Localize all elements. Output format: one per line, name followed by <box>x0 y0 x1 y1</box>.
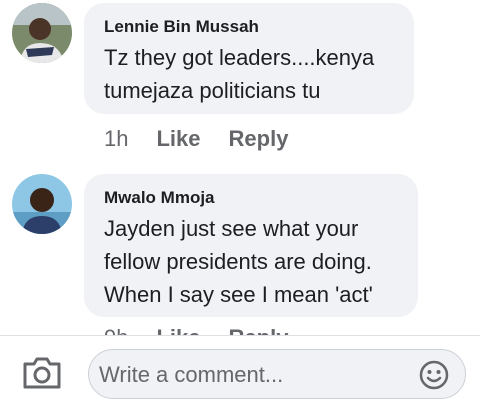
comment-input-placeholder: Write a comment... <box>99 362 284 387</box>
like-button[interactable]: Like <box>156 126 200 152</box>
comment-bubble: Mwalo Mmoja Jayden just see what your fe… <box>84 174 418 317</box>
avatar-photo <box>12 174 72 234</box>
comment-text: Tz they got leaders....kenya tumejaza po… <box>104 41 392 107</box>
emoji-icon[interactable] <box>419 360 449 390</box>
comment-actions: 1h Like Reply <box>104 126 288 152</box>
avatar-photo <box>12 3 72 63</box>
comment-line: Tz they got leaders....kenya <box>104 45 375 70</box>
comment-line: When I say see I mean 'act' <box>104 282 373 307</box>
comment-line: Jayden just see what your <box>104 216 359 241</box>
avatar[interactable] <box>12 174 72 234</box>
comment-line: tumejaza politicians tu <box>104 78 321 103</box>
reply-button[interactable]: Reply <box>229 126 289 152</box>
comment-author[interactable]: Lennie Bin Mussah <box>104 17 392 37</box>
camera-icon[interactable] <box>22 356 62 390</box>
comment-author[interactable]: Mwalo Mmoja <box>104 188 396 208</box>
comment-line: fellow presidents are doing. <box>104 249 372 274</box>
comment-bubble: Lennie Bin Mussah Tz they got leaders...… <box>84 3 414 114</box>
avatar[interactable] <box>12 3 72 63</box>
comment-composer: Write a comment... <box>0 335 480 410</box>
comment-timestamp[interactable]: 1h <box>104 126 128 152</box>
comment-text: Jayden just see what your fellow preside… <box>104 212 396 311</box>
comment-input[interactable]: Write a comment... <box>88 349 466 399</box>
